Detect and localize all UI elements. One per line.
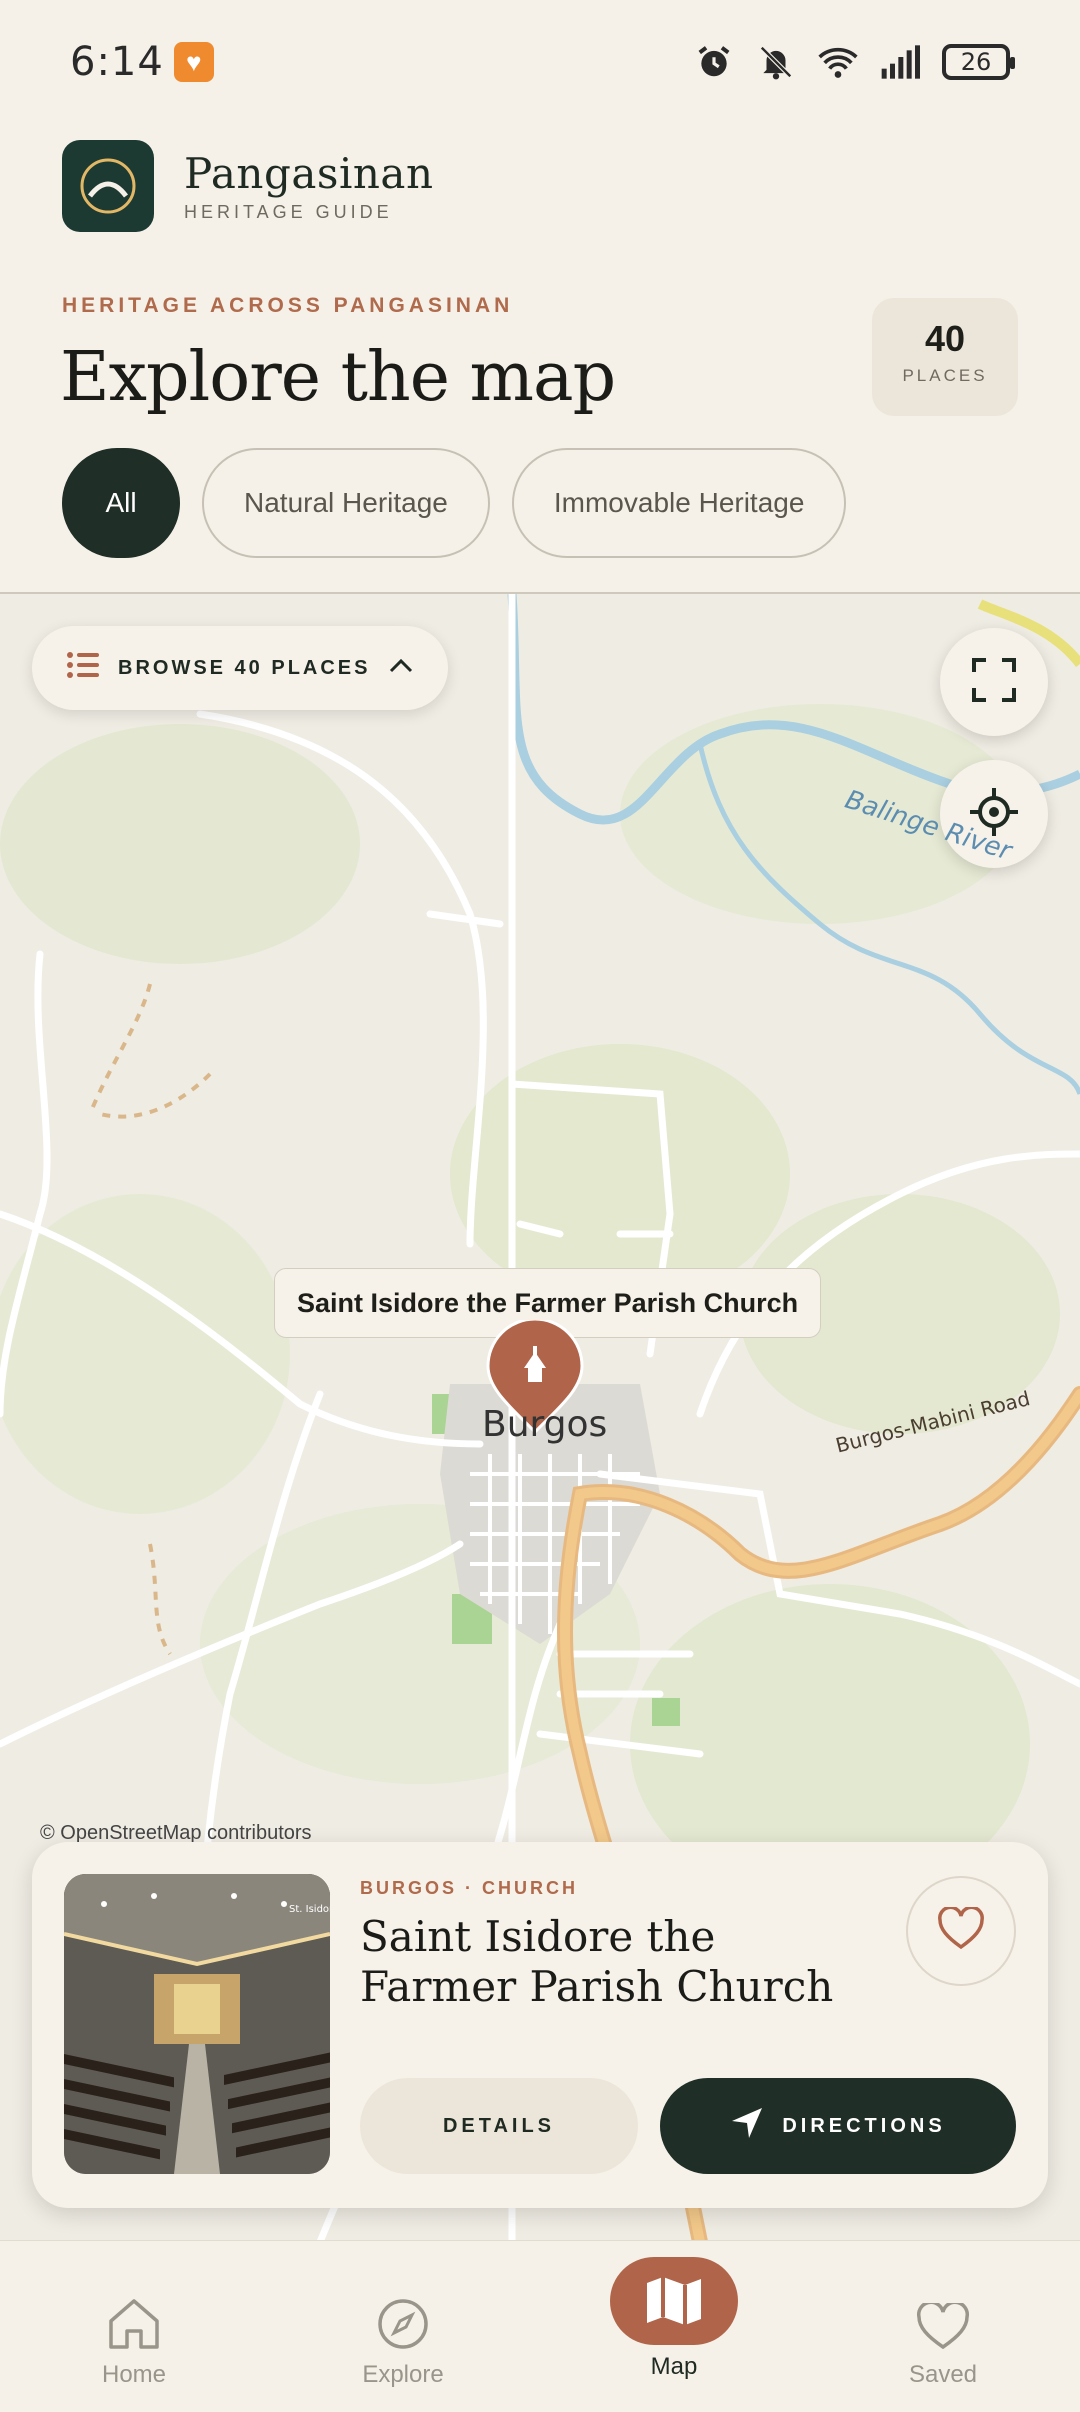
- nav-label-explore: Explore: [362, 2361, 444, 2388]
- places-label: PLACES: [902, 366, 988, 385]
- places-count-badge: 40 PLACES: [872, 298, 1018, 416]
- places-count: 40: [924, 318, 966, 359]
- battery-icon: 26: [942, 44, 1015, 80]
- mute-icon: [756, 42, 796, 82]
- chevron-up-icon: [388, 656, 414, 680]
- fullscreen-button[interactable]: [940, 628, 1048, 736]
- nav-item-map[interactable]: Map: [574, 2241, 774, 2381]
- place-photo: St. Isidore the Farmer: [64, 1874, 330, 2174]
- bottom-navigation: Home Explore Map Saved: [0, 2240, 1080, 2412]
- town-label: Burgos: [482, 1404, 608, 1445]
- status-time: 6:14: [70, 39, 164, 85]
- place-card[interactable]: St. Isidore the Farmer BURGOS · CHURCH S…: [32, 1842, 1048, 2208]
- details-button[interactable]: DETAILS: [360, 2078, 638, 2174]
- nav-item-home[interactable]: Home: [34, 2241, 234, 2389]
- filter-chip-natural-heritage[interactable]: Natural Heritage: [202, 448, 490, 558]
- app-logo: [62, 140, 154, 232]
- directions-label: DIRECTIONS: [782, 2114, 946, 2137]
- page-title: Explore the map: [60, 338, 616, 417]
- nav-item-explore[interactable]: Explore: [303, 2241, 503, 2389]
- home-icon: [34, 2241, 234, 2351]
- status-bar: 6:14 ♥ 26: [0, 0, 1080, 124]
- nav-label-map: Map: [650, 2353, 698, 2380]
- filter-chip-all[interactable]: All: [62, 448, 180, 558]
- alarm-icon: [694, 42, 734, 82]
- wifi-icon: [818, 42, 858, 82]
- filter-chip-immovable-heritage[interactable]: Immovable Heritage: [511, 448, 847, 558]
- fullscreen-icon: [970, 656, 1018, 709]
- place-category: BURGOS · CHURCH: [360, 1878, 578, 1898]
- photo-sign-text: St. Isidore the Farmer: [289, 1904, 330, 1915]
- notification-app-icon: ♥: [173, 42, 214, 82]
- nav-label-home: Home: [101, 2361, 167, 2388]
- favorite-button[interactable]: [906, 1876, 1016, 1986]
- app-subtitle: HERITAGE GUIDE: [184, 202, 393, 222]
- compass-icon: [303, 2241, 503, 2351]
- filter-chips: All Natural Heritage Immovable Heritage: [62, 448, 847, 558]
- nav-item-saved[interactable]: Saved: [843, 2241, 1043, 2389]
- directions-button[interactable]: DIRECTIONS: [660, 2078, 1016, 2174]
- signal-icon: [880, 42, 920, 82]
- app-header: Pangasinan HERITAGE GUIDE: [62, 140, 434, 232]
- nav-label-saved: Saved: [908, 2361, 978, 2388]
- place-title: Saint Isidore the Farmer Parish Church: [360, 1912, 834, 2011]
- heart-icon: [843, 2241, 1043, 2351]
- map-icon: [610, 2257, 738, 2345]
- list-icon: [66, 651, 100, 685]
- app-name: Pangasinan: [184, 149, 434, 198]
- browse-places-button[interactable]: BROWSE 40 PLACES: [32, 626, 449, 710]
- navigation-arrow-icon: [730, 2106, 764, 2146]
- browse-places-label: BROWSE 40 PLACES: [118, 656, 371, 679]
- heart-icon: [937, 1905, 985, 1956]
- page-eyebrow: HERITAGE ACROSS PANGASINAN: [62, 294, 514, 317]
